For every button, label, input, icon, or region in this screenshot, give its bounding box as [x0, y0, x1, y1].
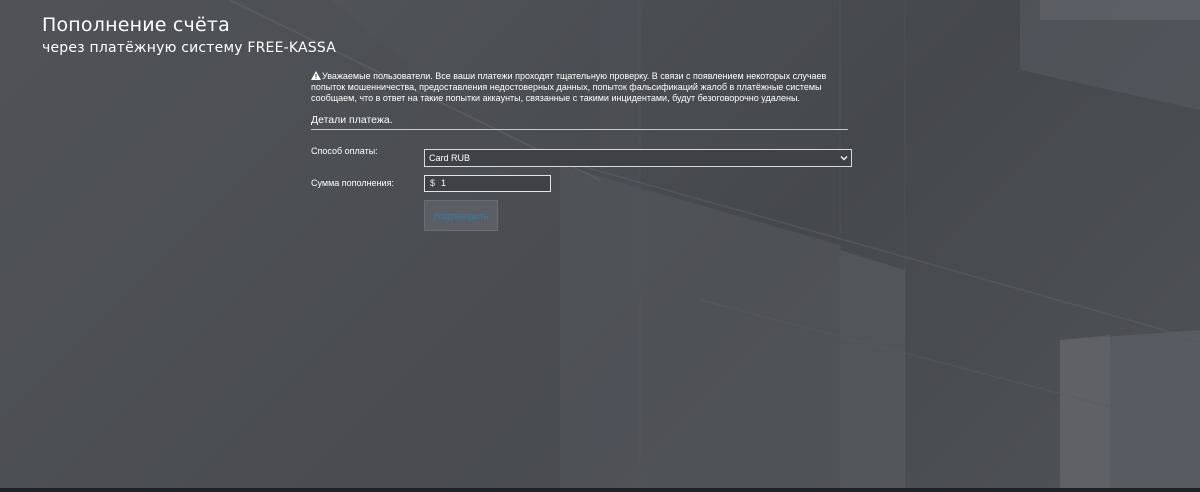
payment-method-select[interactable]: Card RUB	[424, 149, 852, 167]
currency-symbol: $	[430, 178, 436, 188]
payment-panel: Уважаемые пользователи. Все ваши платежи…	[311, 71, 848, 130]
page-title: Пополнение счёта	[42, 14, 230, 36]
payment-method-label: Способ оплаты:	[311, 146, 378, 156]
warning-icon	[311, 71, 321, 80]
payment-method-value: Card RUB	[429, 153, 471, 163]
amount-value: 1	[441, 178, 447, 188]
submit-button[interactable]: ПОДТВЕРДИТЬ	[424, 200, 498, 231]
notice-text: Уважаемые пользователи. Все ваши платежи…	[311, 71, 827, 103]
section-title: Детали платежа.	[311, 114, 848, 130]
amount-input[interactable]: $ 1	[424, 175, 551, 192]
amount-label: Сумма пополнения:	[311, 178, 394, 188]
notice: Уважаемые пользователи. Все ваши платежи…	[311, 71, 848, 104]
page-subtitle: через платёжную систему FREE-KASSA	[42, 40, 337, 56]
bottom-bar	[0, 488, 1200, 492]
chevron-down-icon	[840, 156, 848, 161]
